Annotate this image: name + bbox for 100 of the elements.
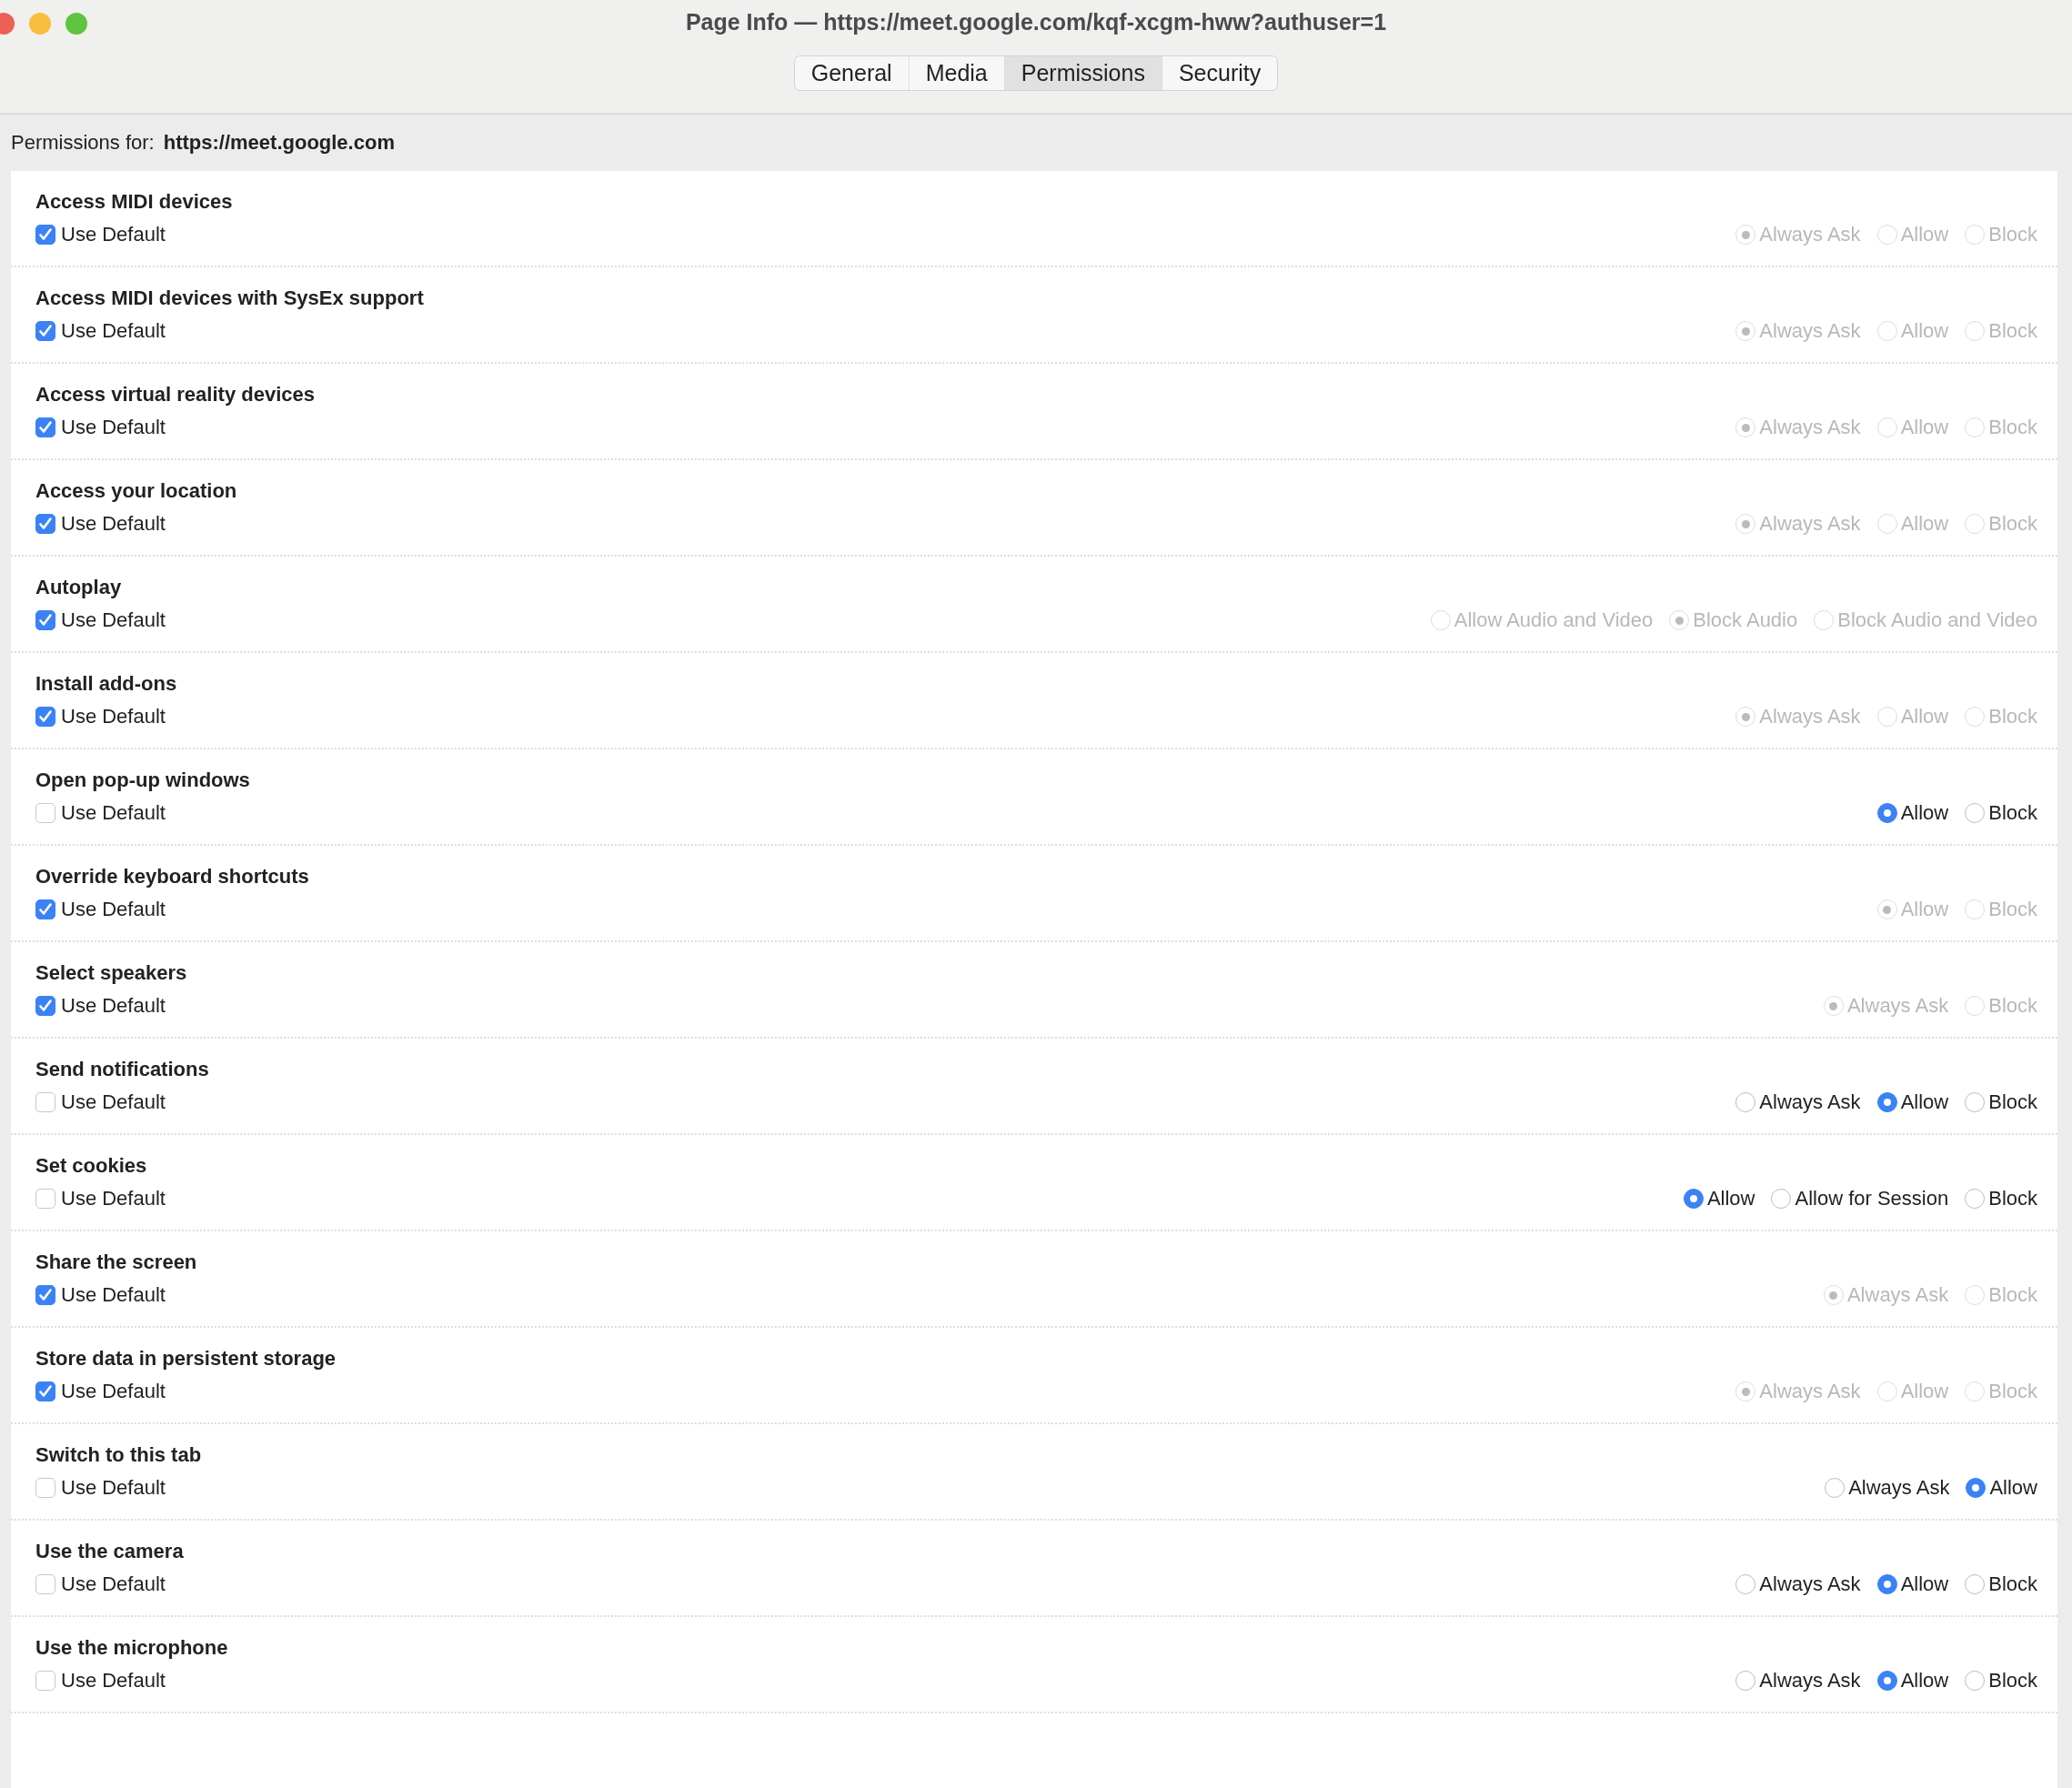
radio-label: Allow — [1900, 416, 1949, 439]
use-default-checkbox[interactable] — [35, 899, 55, 919]
tab[interactable]: Media — [908, 56, 1004, 90]
use-default-checkbox[interactable] — [35, 803, 55, 823]
radio-label: Allow — [1900, 512, 1949, 536]
radio-label: Always Ask — [1759, 1572, 1861, 1596]
use-default-checkbox[interactable] — [35, 1574, 55, 1594]
checkbox-label: Use Default — [61, 1187, 166, 1210]
radio-button[interactable] — [1876, 1671, 1897, 1691]
radio-label: Block — [1988, 416, 2037, 439]
radio-label: Always Ask — [1846, 1283, 1949, 1307]
permission-name: Select speakers — [35, 961, 187, 985]
radio-label: Always Ask — [1759, 416, 1861, 439]
radio-label: Block — [1988, 319, 2037, 343]
permission-name: Switch to this tab — [35, 1443, 202, 1467]
tab[interactable]: Permissions — [1003, 56, 1162, 90]
radio-button[interactable] — [1825, 1478, 1846, 1498]
radio-button[interactable] — [1876, 1574, 1897, 1594]
checkbox-label: Use Default — [61, 1380, 166, 1403]
radio-button[interactable] — [1876, 803, 1897, 823]
radio-label: Allow — [1900, 801, 1949, 825]
radio-label: Allow for Session — [1795, 1187, 1949, 1210]
checkbox-label: Use Default — [61, 1090, 166, 1114]
permission-name: Access your location — [35, 479, 237, 503]
radio-label: Always Ask — [1759, 705, 1861, 728]
minimize-button[interactable] — [29, 13, 51, 35]
radio-label: Block — [1988, 705, 2037, 728]
use-default-checkbox[interactable] — [35, 707, 55, 727]
radio-button[interactable] — [1966, 1478, 1987, 1498]
zoom-button[interactable] — [65, 13, 87, 35]
window-title: Page Info — https://meet.google.com/kqf-xcgm-hww?authuser=1 — [685, 9, 1387, 35]
use-default-checkbox[interactable] — [35, 1189, 55, 1209]
use-default-checkbox[interactable] — [35, 1381, 55, 1401]
radio-label: Allow — [1900, 1572, 1949, 1596]
checkbox-label: Use Default — [61, 512, 166, 536]
radio-label: Allow — [1706, 1187, 1755, 1210]
radio-label: Always Ask — [1759, 1669, 1861, 1693]
radio-label: Always Ask — [1759, 319, 1861, 343]
radio-label: Always Ask — [1846, 994, 1949, 1018]
use-default-checkbox[interactable] — [35, 610, 55, 630]
radio-label: Always Ask — [1759, 1380, 1861, 1403]
checkbox-label: Use Default — [61, 1476, 166, 1500]
checkbox-label: Use Default — [61, 608, 166, 632]
radio-label: Allow Audio and Video — [1453, 608, 1654, 632]
use-default-checkbox[interactable] — [35, 225, 55, 245]
radio-label: Block — [1988, 512, 2037, 536]
permission-name: Set cookies — [35, 1154, 147, 1178]
permission-name: Open pop-up windows — [35, 768, 250, 792]
site-url: https://meet.google.com — [163, 131, 395, 155]
radio-label: Allow — [1900, 1090, 1949, 1114]
radio-label: Allow — [1900, 319, 1949, 343]
radio-label: Always Ask — [1759, 1090, 1861, 1114]
radio-label: Always Ask — [1848, 1476, 1950, 1500]
use-default-checkbox[interactable] — [35, 1671, 55, 1691]
use-default-checkbox[interactable] — [35, 1478, 55, 1498]
permission-name: Access virtual reality devices — [35, 383, 315, 407]
radio-label: Block — [1988, 223, 2037, 246]
radio-button[interactable] — [1965, 1092, 1986, 1112]
permission-name: Share the screen — [35, 1251, 197, 1274]
checkbox-label: Use Default — [61, 1572, 166, 1596]
checkbox-label: Use Default — [61, 223, 166, 246]
radio-label: Allow — [1900, 223, 1949, 246]
radio-button[interactable] — [1735, 1092, 1756, 1112]
use-default-checkbox[interactable] — [35, 1092, 55, 1112]
checkbox-label: Use Default — [61, 1669, 166, 1693]
radio-label: Always Ask — [1759, 512, 1861, 536]
tab[interactable]: General — [794, 56, 909, 90]
radio-label: Allow — [1900, 1669, 1949, 1693]
use-default-checkbox[interactable] — [35, 417, 55, 437]
permission-name: Use the camera — [35, 1540, 184, 1563]
checkbox-label: Use Default — [61, 801, 166, 825]
use-default-checkbox[interactable] — [35, 321, 55, 341]
tab[interactable]: Security — [1161, 56, 1278, 90]
radio-label: Block Audio — [1693, 608, 1798, 632]
permission-name: Install add-ons — [35, 672, 177, 696]
permission-name: Override keyboard shortcuts — [35, 865, 309, 889]
radio-button[interactable] — [1735, 1574, 1756, 1594]
radio-button[interactable] — [1683, 1189, 1704, 1209]
radio-button[interactable] — [1771, 1189, 1792, 1209]
radio-label: Block — [1988, 1090, 2037, 1114]
radio-label: Allow — [1900, 898, 1949, 921]
checkbox-label: Use Default — [61, 1283, 166, 1307]
checkbox-label: Use Default — [61, 319, 166, 343]
radio-button[interactable] — [1965, 1189, 1986, 1209]
use-default-checkbox[interactable] — [35, 996, 55, 1016]
radio-button[interactable] — [1735, 1671, 1756, 1691]
radio-label: Block — [1988, 1283, 2037, 1307]
radio-button[interactable] — [1965, 1671, 1986, 1691]
radio-label: Always Ask — [1759, 223, 1861, 246]
use-default-checkbox[interactable] — [35, 514, 55, 534]
radio-button[interactable] — [1965, 1574, 1986, 1594]
radio-button[interactable] — [1876, 1092, 1897, 1112]
radio-label: Allow — [1989, 1476, 2037, 1500]
permission-name: Store data in persistent storage — [35, 1347, 337, 1371]
radio-label: Block — [1988, 1187, 2037, 1210]
use-default-checkbox[interactable] — [35, 1285, 55, 1305]
radio-label: Block — [1988, 1572, 2037, 1596]
radio-button[interactable] — [1965, 803, 1986, 823]
radio-label: Block Audio and Video — [1837, 608, 2037, 632]
radio-label: Block — [1988, 1669, 2037, 1693]
